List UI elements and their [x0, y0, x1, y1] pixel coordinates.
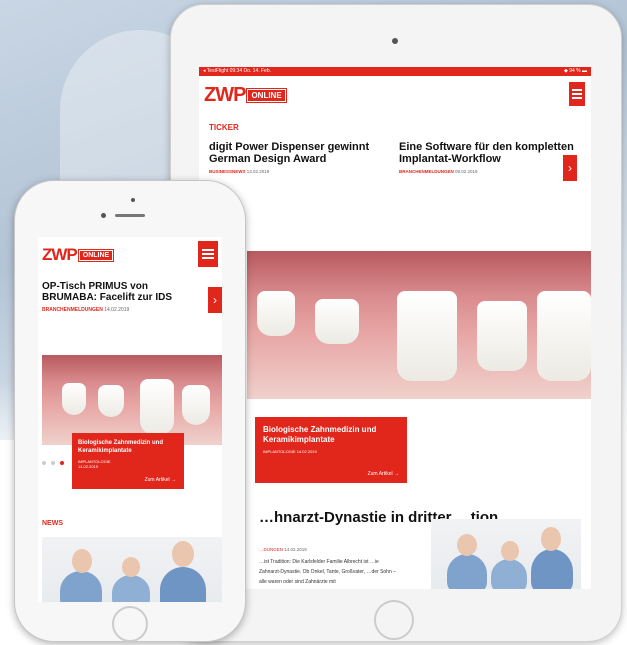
logo-badge: ONLINE — [246, 88, 287, 103]
logo-main: ZWP — [204, 84, 246, 106]
news-label: NEWS — [42, 520, 63, 527]
article-meta: …DUNGEN 14.02.2019 — [259, 547, 307, 552]
chevron-right-icon: › — [213, 293, 217, 307]
phone-camera — [101, 213, 106, 218]
ticker-item[interactable]: Eine Software für den kompletten Implant… — [399, 141, 574, 174]
ticker-next-button[interactable]: › — [563, 155, 577, 181]
tablet-home-button[interactable] — [374, 600, 414, 640]
phone-home-button[interactable] — [112, 606, 148, 642]
tablet-camera — [392, 38, 398, 44]
featured-title: Biologische Zahnmedizin und Keramikimpla… — [263, 425, 377, 444]
tablet-screen: ◂ TestFlight 09:34 Do. 14. Feb. ◆ 94 % ▬… — [199, 67, 591, 589]
ticker-meta: BRANCHENMELDUNGEN 14.02.2019 — [42, 307, 130, 313]
phone-speaker — [115, 214, 145, 217]
featured-more-link[interactable]: Zum Artikel → — [368, 471, 399, 477]
featured-meta: IMPLANTOLOGIE 14.02.2019 — [78, 459, 111, 469]
ticker-item-title: Eine Software für den kompletten Implant… — [399, 141, 574, 165]
featured-more-link[interactable]: Zum Artikel → — [145, 477, 176, 483]
hamburger-icon — [202, 249, 214, 251]
phone-device: ZWP ONLINE OP-Tisch PRIMUS von BRUMABA: … — [14, 180, 246, 642]
featured-teeth-image[interactable] — [247, 251, 591, 399]
ticker-label: TICKER — [209, 123, 239, 132]
zwp-logo[interactable]: ZWP ONLINE — [204, 84, 287, 107]
family-photo[interactable] — [42, 537, 222, 602]
logo-badge: ONLINE — [77, 248, 115, 262]
ticker-item-meta: BUSINESSNEWS 13.02.2019 — [209, 169, 270, 174]
phone-sensor — [131, 198, 135, 202]
ticker-item-title: digit Power Dispenser gewinnt German Des… — [209, 141, 370, 165]
family-photo[interactable] — [431, 519, 581, 589]
featured-card[interactable]: Biologische Zahnmedizin und Keramikimpla… — [255, 417, 407, 483]
tablet-header: ZWP ONLINE — [199, 76, 591, 106]
article-teaser: …ist Tradition: Die Karlsfelder Familie … — [259, 559, 396, 585]
ticker-item-meta: BRANCHENMELDUNGEN 08.02.2019 — [399, 169, 478, 174]
hamburger-icon — [572, 89, 582, 91]
status-right: ◆ 94 % ▬ — [563, 68, 587, 74]
featured-card[interactable]: Biologische Zahnmedizin und Keramikimpla… — [72, 433, 184, 489]
menu-button[interactable] — [569, 82, 585, 106]
tablet-status-bar: ◂ TestFlight 09:34 Do. 14. Feb. ◆ 94 % ▬ — [199, 67, 591, 76]
ticker-item[interactable]: digit Power Dispenser gewinnt German Des… — [209, 141, 384, 174]
ticker-title[interactable]: OP-Tisch PRIMUS von BRUMABA: Facelift zu… — [42, 281, 202, 303]
status-left: ◂ TestFlight 09:34 Do. 14. Feb. — [203, 68, 272, 74]
menu-button[interactable] — [198, 241, 218, 267]
phone-screen: ZWP ONLINE OP-Tisch PRIMUS von BRUMABA: … — [38, 237, 222, 602]
zwp-logo[interactable]: ZWP ONLINE — [42, 245, 115, 265]
chevron-right-icon: › — [568, 161, 572, 175]
logo-main: ZWP — [42, 245, 78, 264]
ticker-next-button[interactable]: › — [208, 287, 222, 313]
featured-title: Biologische Zahnmedizin und Keramikimpla… — [78, 440, 164, 454]
featured-meta: IMPLANTOLOGIE 14.02.2019 — [263, 449, 317, 454]
featured-teeth-image[interactable] — [42, 355, 222, 445]
carousel-dots[interactable] — [42, 461, 64, 465]
